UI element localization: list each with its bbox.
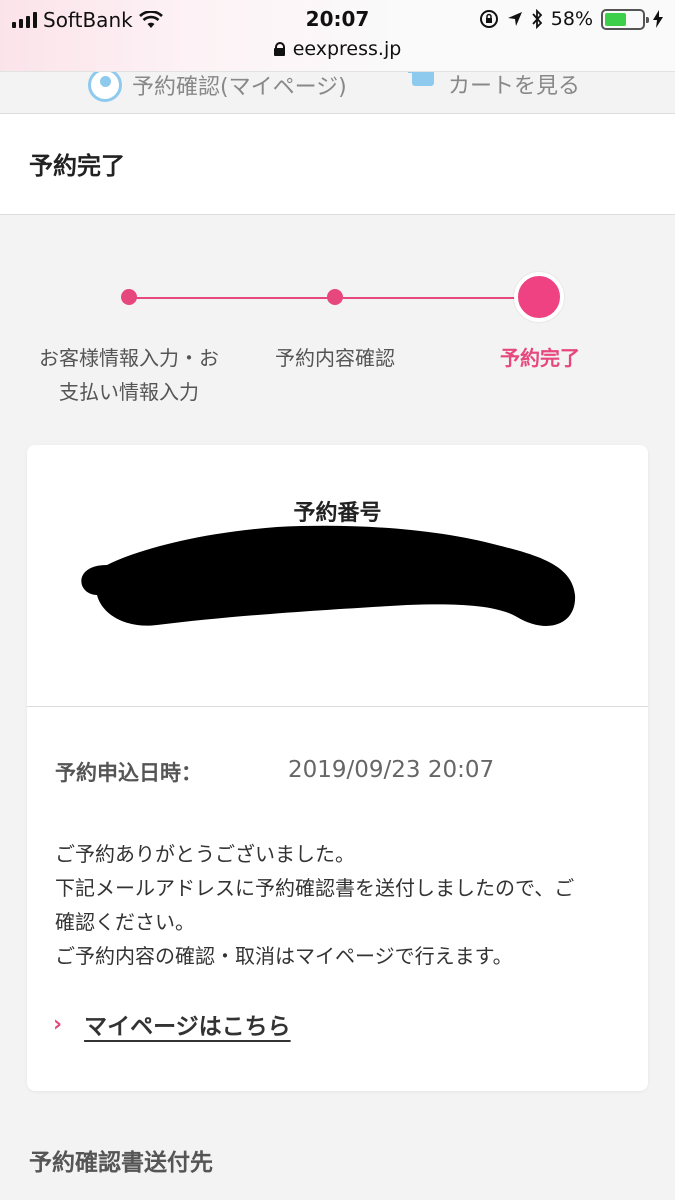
thank-you-message: ご予約ありがとうございました。 下記メールアドレスに予約確認書を送付しましたので…: [55, 837, 627, 973]
mypage-link-text[interactable]: マイページはこちら: [84, 1007, 291, 1041]
step-label-2: 予約内容確認: [275, 346, 395, 370]
step-label-1-line1: お客様情報入力・お: [39, 346, 219, 370]
charging-icon: [653, 10, 663, 28]
reservation-number-section: 予約番号: [27, 445, 648, 707]
status-bar: SoftBank 20:07 58% eexpress.jp: [0, 0, 675, 72]
chevron-right-icon: ›: [53, 1011, 63, 1037]
lock-icon: [273, 42, 285, 56]
nav-cart-link[interactable]: カートを見る: [408, 72, 580, 100]
cart-icon: [408, 72, 438, 98]
confirmation-destination-heading: 予約確認書送付先: [29, 1150, 213, 1176]
title-bar: 予約完了: [0, 114, 675, 215]
user-icon: [88, 72, 122, 102]
status-icons: 58%: [479, 8, 663, 30]
step-label-1: お客様情報入力・お 支払い情報入力: [28, 341, 230, 409]
battery-percent: 58%: [550, 8, 593, 30]
nav-mypage-label: 予約確認(マイページ): [132, 75, 347, 100]
step-connector: [136, 297, 328, 299]
location-icon: [507, 12, 522, 26]
top-nav: 予約確認(マイページ) カートを見る: [0, 72, 675, 114]
step-label-1-line2: 支払い情報入力: [59, 380, 199, 404]
redacted-reservation-number: [81, 525, 576, 626]
message-line: 下記メールアドレスに予約確認書を送付しましたので、ご: [55, 876, 575, 900]
application-date-label: 予約申込日時：: [55, 761, 202, 785]
page-title: 予約完了: [29, 152, 125, 180]
url-text: eexpress.jp: [292, 38, 402, 60]
rotation-lock-icon: [479, 10, 498, 28]
mypage-link[interactable]: › マイページはこちら: [53, 1007, 291, 1041]
reservation-number-label: 予約番号: [293, 501, 382, 526]
message-line: ご予約ありがとうございました。: [55, 842, 355, 866]
progress-stepper: お客様情報入力・お 支払い情報入力 予約内容確認 予約完了: [0, 215, 675, 445]
bluetooth-icon: [532, 9, 543, 29]
step-dot-2: [327, 289, 343, 305]
address-bar[interactable]: eexpress.jp: [0, 38, 675, 60]
application-date-value: 2019/09/23 20:07: [288, 757, 495, 783]
reservation-card: 予約番号 予約申込日時： 2019/09/23 20:07 ご予約ありがとうござ…: [27, 445, 648, 1091]
battery-icon: [601, 8, 649, 30]
nav-cart-label: カートを見る: [448, 74, 581, 99]
step-dot-3-current: [514, 272, 564, 322]
nav-mypage-link[interactable]: 予約確認(マイページ): [88, 72, 347, 102]
step-dot-1: [121, 289, 137, 305]
message-line: ご予約内容の確認・取消はマイページで行えます。: [55, 944, 513, 968]
message-line: 確認ください。: [55, 910, 195, 934]
step-label-3: 予約完了: [500, 346, 580, 370]
step-connector: [342, 297, 522, 299]
